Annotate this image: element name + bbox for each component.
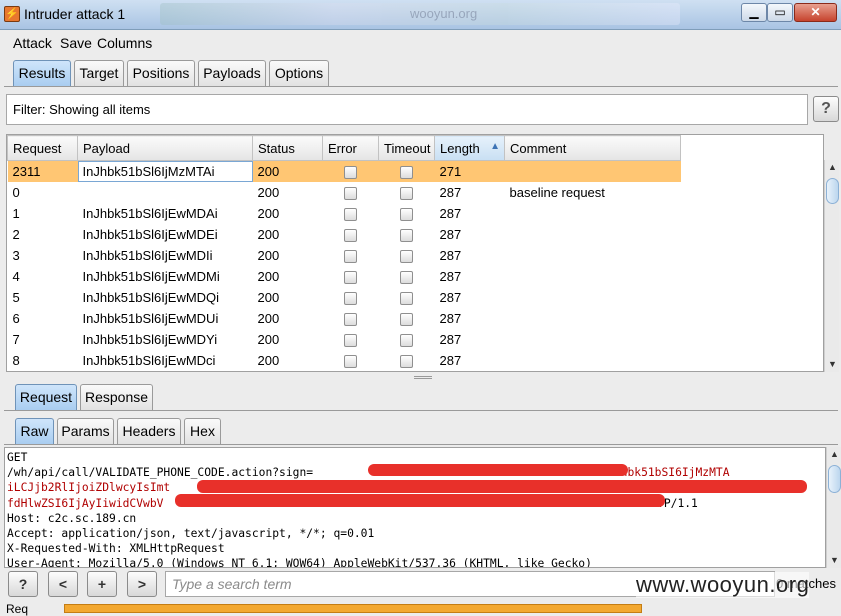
- error-checkbox[interactable]: [343, 333, 357, 347]
- error-checkbox[interactable]: [343, 312, 357, 326]
- pane-splitter[interactable]: [414, 376, 432, 379]
- error-checkbox[interactable]: [343, 207, 357, 221]
- redaction-mark: [368, 464, 628, 476]
- error-checkbox[interactable]: [343, 165, 357, 179]
- table-row[interactable]: 5 InJhbk51bSl6IjEwMDQi 200 287: [8, 287, 681, 308]
- search-help-button[interactable]: ?: [8, 571, 38, 597]
- table-row[interactable]: 8 InJhbk51bSl6IjEwMDci 200 287: [8, 350, 681, 371]
- col-payload-header[interactable]: Payload: [77, 135, 253, 161]
- progress-bar: Req: [0, 601, 841, 616]
- tab-raw[interactable]: Raw: [15, 418, 54, 444]
- timeout-checkbox[interactable]: [399, 228, 413, 242]
- raw-line: Accept: application/json, text/javascrip…: [7, 527, 375, 541]
- menu-columns[interactable]: Columns: [97, 35, 152, 51]
- view-tab-divider: [4, 444, 838, 445]
- tab-options[interactable]: Options: [269, 60, 329, 86]
- raw-line: GET: [7, 451, 28, 464]
- tab-results[interactable]: Results: [13, 60, 71, 86]
- tab-positions[interactable]: Positions: [127, 60, 195, 86]
- progress-label: Req: [6, 602, 29, 616]
- timeout-checkbox[interactable]: [399, 207, 413, 221]
- table-row[interactable]: 0 200 287 baseline request: [8, 182, 681, 203]
- menu-save[interactable]: Save: [60, 35, 92, 51]
- title-bar: ⚡ Intruder attack 1 wooyun.org ▁ ▭ ✕: [0, 0, 841, 30]
- tab-response[interactable]: Response: [80, 384, 153, 410]
- window-title: Intruder attack 1: [24, 6, 126, 22]
- table-row[interactable]: 3 InJhbk51bSl6IjEwMDIi 200 287: [8, 245, 681, 266]
- timeout-checkbox[interactable]: [399, 291, 413, 305]
- results-scrollbar[interactable]: ▲ ▼: [824, 160, 839, 372]
- error-checkbox[interactable]: [343, 228, 357, 242]
- timeout-checkbox[interactable]: [399, 354, 413, 368]
- timeout-checkbox[interactable]: [399, 333, 413, 347]
- tab-params[interactable]: Params: [57, 418, 114, 444]
- redaction-mark: [197, 480, 807, 493]
- filter-bar[interactable]: Filter: Showing all items: [6, 94, 808, 125]
- table-row[interactable]: 6 InJhbk51bSl6IjEwMDUi 200 287: [8, 308, 681, 329]
- col-length-header[interactable]: Length ▲: [434, 135, 505, 161]
- col-error-header[interactable]: Error: [322, 135, 379, 161]
- timeout-checkbox[interactable]: [399, 270, 413, 284]
- minimize-button[interactable]: ▁: [741, 3, 767, 22]
- table-row[interactable]: 1 InJhbk51bSl6IjEwMDAi 200 287: [8, 203, 681, 224]
- raw-scroll-thumb[interactable]: [828, 465, 841, 493]
- sort-ascending-icon: ▲: [490, 140, 500, 152]
- error-checkbox[interactable]: [343, 270, 357, 284]
- search-next-button[interactable]: >: [127, 571, 157, 597]
- timeout-checkbox[interactable]: [399, 186, 413, 200]
- scroll-up-icon[interactable]: ▲: [827, 447, 841, 462]
- menu-attack[interactable]: Attack: [13, 35, 52, 51]
- timeout-checkbox[interactable]: [399, 165, 413, 179]
- tab-divider: [4, 86, 838, 87]
- table-row[interactable]: 7 InJhbk51bSl6IjEwMDYi 200 287: [8, 329, 681, 350]
- table-row[interactable]: 2 InJhbk51bSl6IjEwMDEi 200 287: [8, 224, 681, 245]
- timeout-checkbox[interactable]: [399, 312, 413, 326]
- col-request-header[interactable]: Request: [7, 135, 78, 161]
- tab-payloads[interactable]: Payloads: [198, 60, 266, 86]
- scroll-up-icon[interactable]: ▲: [825, 160, 840, 175]
- menu-bar: Attack Save Columns: [0, 31, 841, 55]
- col-timeout-header[interactable]: Timeout: [378, 135, 435, 161]
- filter-text: Filter: Showing all items: [13, 102, 151, 117]
- raw-line: X-Requested-With: XMLHttpRequest: [7, 542, 225, 556]
- scroll-down-icon[interactable]: ▼: [825, 357, 840, 372]
- timeout-checkbox[interactable]: [399, 249, 413, 263]
- col-status-header[interactable]: Status: [252, 135, 323, 161]
- results-scroll-thumb[interactable]: [826, 178, 839, 204]
- col-comment-header[interactable]: Comment: [504, 135, 681, 161]
- tab-request[interactable]: Request: [15, 384, 77, 410]
- search-previous-button[interactable]: <: [48, 571, 78, 597]
- raw-line: Host: c2c.sc.189.cn: [7, 511, 137, 525]
- error-checkbox[interactable]: [343, 354, 357, 368]
- background-browser-blur: wooyun.org: [160, 3, 680, 25]
- table-row[interactable]: 2311 InJhbk51bSl6IjMzMTAi 200 271: [7, 160, 681, 182]
- raw-scrollbar[interactable]: ▲ ▼: [826, 447, 841, 568]
- maximize-button[interactable]: ▭: [767, 3, 793, 22]
- tab-target[interactable]: Target: [74, 60, 124, 86]
- filter-help-button[interactable]: ?: [813, 96, 839, 122]
- watermark: www.wooyun.org: [636, 572, 810, 598]
- close-button[interactable]: ✕: [794, 3, 837, 22]
- detail-tab-divider: [4, 410, 838, 411]
- tab-hex[interactable]: Hex: [184, 418, 221, 444]
- burp-app-icon: ⚡: [4, 6, 20, 22]
- error-checkbox[interactable]: [343, 186, 357, 200]
- raw-line: User-Agent: Mozilla/5.0 (Windows NT 6.1;…: [7, 557, 592, 568]
- error-checkbox[interactable]: [343, 249, 357, 263]
- results-table: Request Payload Status Error Timeout Len…: [6, 134, 824, 372]
- scroll-down-icon[interactable]: ▼: [827, 553, 841, 568]
- tab-headers[interactable]: Headers: [117, 418, 181, 444]
- redaction-mark: [175, 494, 665, 507]
- search-add-button[interactable]: +: [87, 571, 117, 597]
- table-row[interactable]: 4 InJhbk51bSl6IjEwMDMi 200 287: [8, 266, 681, 287]
- error-checkbox[interactable]: [343, 291, 357, 305]
